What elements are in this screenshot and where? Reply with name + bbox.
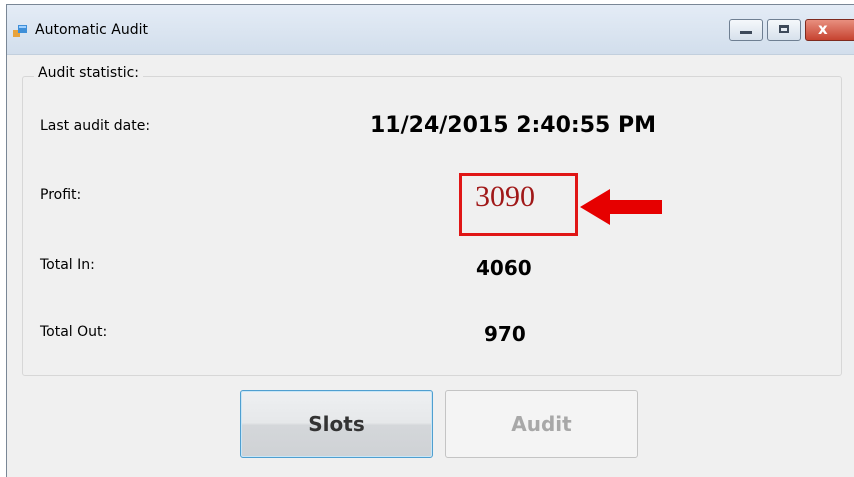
total-out-label: Total Out:	[40, 324, 108, 340]
total-in-value: 4060	[476, 256, 532, 280]
profit-label: Profit:	[40, 187, 82, 203]
last-audit-date-label: Last audit date:	[40, 118, 151, 134]
title-bar: Automatic Audit x	[7, 5, 854, 55]
minimize-icon[interactable]	[729, 19, 763, 41]
window-title: Automatic Audit	[35, 22, 148, 38]
group-label: Audit statistic:	[34, 65, 143, 81]
audit-button[interactable]: Audit	[445, 390, 638, 458]
slots-button[interactable]: Slots	[240, 390, 433, 458]
maximize-icon[interactable]	[767, 19, 801, 41]
total-out-value: 970	[484, 322, 526, 346]
last-audit-date-value: 11/24/2015 2:40:55 PM	[370, 113, 656, 138]
close-icon[interactable]: x	[805, 19, 854, 41]
app-window-icon	[13, 25, 27, 37]
total-in-label: Total In:	[40, 257, 95, 273]
left-arrow-icon	[580, 189, 662, 225]
profit-value: 3090	[475, 180, 535, 213]
